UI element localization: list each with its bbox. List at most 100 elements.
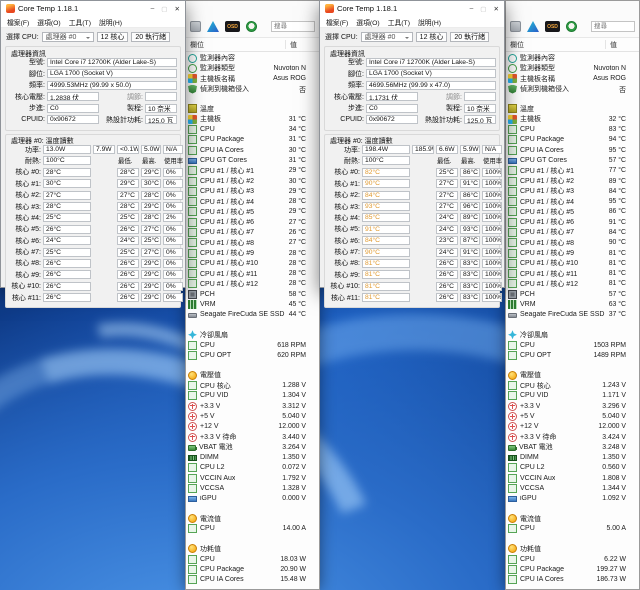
menu-item[interactable]: 說明(H) bbox=[99, 17, 122, 27]
sensor-row[interactable]: CPU #1 / 核心 #1228 °C bbox=[186, 279, 319, 289]
sensor-row[interactable]: CPU #1 / 核心 #691 °C bbox=[506, 217, 639, 227]
sensor-row[interactable]: CPU OPT620 RPM bbox=[186, 350, 319, 360]
sensor-row[interactable]: +3.3 V3.296 V bbox=[506, 401, 639, 411]
sensor-row[interactable]: CPU 核心1.243 V bbox=[506, 380, 639, 390]
sensor-row[interactable]: Seagate FireCuda SE SSD ZP...44 °C bbox=[186, 310, 319, 320]
sensor-section-header[interactable]: 溫度 bbox=[506, 104, 639, 114]
sensor-row[interactable]: CPU GT Cores57 °C bbox=[506, 155, 639, 165]
sensor-row[interactable]: CPU #1 / 核心 #586 °C bbox=[506, 207, 639, 217]
close-button[interactable]: ✕ bbox=[174, 5, 180, 13]
sensor-row[interactable]: VCCIN Aux1.792 V bbox=[186, 473, 319, 483]
sensor-row[interactable]: VRM45 °C bbox=[186, 299, 319, 309]
sensor-row[interactable]: +12 V12.000 V bbox=[186, 422, 319, 432]
menu-item[interactable]: 工具(T) bbox=[69, 17, 91, 27]
sensor-row[interactable]: CPU5.00 A bbox=[506, 524, 639, 534]
search-input[interactable] bbox=[591, 21, 635, 32]
sensor-row[interactable]: CPU14.00 A bbox=[186, 524, 319, 534]
osd-icon[interactable]: OSD bbox=[545, 21, 560, 32]
sensor-section-header[interactable]: 功耗值 bbox=[506, 544, 639, 554]
sensor-row[interactable]: VCCIN Aux1.808 V bbox=[506, 473, 639, 483]
sensor-row[interactable]: CPU VID1.304 V bbox=[186, 391, 319, 401]
sensor-row[interactable]: CPU #1 / 核心 #384 °C bbox=[506, 186, 639, 196]
sensor-row[interactable]: CPU #1 / 核心 #428 °C bbox=[186, 196, 319, 206]
value-column-header[interactable]: 值 bbox=[290, 40, 297, 50]
sensor-row[interactable]: CPU Package199.27 W bbox=[506, 564, 639, 574]
sensor-row[interactable]: CPU IA Cores15.48 W bbox=[186, 575, 319, 585]
sensor-row[interactable]: VCCSA1.344 V bbox=[506, 483, 639, 493]
sensor-row[interactable]: CPU Package31 °C bbox=[186, 135, 319, 145]
field-column-header[interactable]: 欄位 bbox=[190, 40, 204, 50]
minimize-button[interactable]: – bbox=[470, 5, 474, 12]
sensor-row[interactable]: CPU #1 / 核心 #129 °C bbox=[186, 166, 319, 176]
sensor-row[interactable]: CPU #1 / 核心 #289 °C bbox=[506, 176, 639, 186]
sensor-row[interactable]: VRM63 °C bbox=[506, 299, 639, 309]
sensor-row[interactable]: CPU #1 / 核心 #784 °C bbox=[506, 227, 639, 237]
sensor-row[interactable]: CPU #1 / 核心 #1181 °C bbox=[506, 269, 639, 279]
sensor-row[interactable]: CPU #1 / 核心 #495 °C bbox=[506, 196, 639, 206]
graph-icon[interactable] bbox=[527, 21, 539, 32]
sensor-row[interactable]: DIMM1.350 V bbox=[186, 452, 319, 462]
sensor-row[interactable]: 主機板名稱Asus ROG bbox=[506, 74, 639, 84]
sensor-row[interactable]: CPU #1 / 核心 #1281 °C bbox=[506, 279, 639, 289]
sensor-row[interactable]: CPU #1 / 核心 #627 °C bbox=[186, 217, 319, 227]
sensor-section-header[interactable]: 冷卻風扇 bbox=[186, 330, 319, 340]
title-bar[interactable]: Core Temp 1.18.1 – ▢ ✕ bbox=[320, 1, 504, 16]
sensor-row[interactable]: +12 V12.000 V bbox=[506, 422, 639, 432]
osd-icon[interactable]: OSD bbox=[225, 21, 240, 32]
menu-item[interactable]: 選項(O) bbox=[37, 17, 60, 27]
menu-item[interactable]: 工具(T) bbox=[388, 17, 410, 27]
sensor-row[interactable]: 偵測到機箱侵入否 bbox=[186, 84, 319, 94]
menu-item[interactable]: 檔案(F) bbox=[7, 17, 29, 27]
sensor-row[interactable]: PCH58 °C bbox=[186, 289, 319, 299]
sensor-row[interactable]: CPU83 °C bbox=[506, 124, 639, 134]
sensor-section-header[interactable]: 功耗值 bbox=[186, 544, 319, 554]
sensor-row[interactable]: CPU IA Cores95 °C bbox=[506, 145, 639, 155]
sensor-section-header[interactable]: 電壓值 bbox=[186, 370, 319, 380]
sensor-row[interactable]: +5 V5.040 V bbox=[506, 411, 639, 421]
sensor-row[interactable]: CPU6.22 W bbox=[506, 554, 639, 564]
sensor-row[interactable]: CPU IA Cores186.73 W bbox=[506, 575, 639, 585]
sensor-row[interactable]: VBAT 電池3.264 V bbox=[186, 442, 319, 452]
sensor-row[interactable]: 偵測到機箱侵入否 bbox=[506, 84, 639, 94]
sensor-row[interactable]: CPU34 °C bbox=[186, 124, 319, 134]
sensor-row[interactable]: CPU #1 / 核心 #177 °C bbox=[506, 166, 639, 176]
sensor-row[interactable]: CPU IA Cores30 °C bbox=[186, 145, 319, 155]
sensor-row[interactable]: 主機板31 °C bbox=[186, 114, 319, 124]
cpu-select[interactable]: 處理器 #0 bbox=[361, 32, 413, 42]
sensor-row[interactable]: 主機板32 °C bbox=[506, 114, 639, 124]
gauge-icon[interactable] bbox=[246, 21, 257, 32]
sensor-row[interactable]: CPU18.03 W bbox=[186, 554, 319, 564]
sensor-section-header[interactable]: 電流值 bbox=[506, 514, 639, 524]
sensor-row[interactable]: CPU #1 / 核心 #981 °C bbox=[506, 248, 639, 258]
close-button[interactable]: ✕ bbox=[493, 5, 499, 13]
sensor-row[interactable]: CPU L20.560 V bbox=[506, 463, 639, 473]
sensor-row[interactable]: iGPU1.092 V bbox=[506, 494, 639, 504]
sensor-section-header[interactable]: 監測器內容 bbox=[506, 53, 639, 63]
sensor-row[interactable]: 監測器類型Nuvoton N bbox=[506, 63, 639, 73]
sensor-row[interactable]: CPU L20.072 V bbox=[186, 463, 319, 473]
sensor-section-header[interactable]: 電壓值 bbox=[506, 370, 639, 380]
sensor-row[interactable]: VCCSA1.328 V bbox=[186, 483, 319, 493]
sensor-row[interactable]: CPU OPT1489 RPM bbox=[506, 350, 639, 360]
menu-item[interactable]: 檔案(F) bbox=[326, 17, 348, 27]
search-input[interactable] bbox=[271, 21, 315, 32]
pc-case-icon[interactable] bbox=[510, 21, 521, 32]
cpu-select[interactable]: 處理器 #0 bbox=[42, 32, 94, 42]
field-column-header[interactable]: 欄位 bbox=[510, 40, 524, 50]
sensor-row[interactable]: CPU #1 / 核心 #1028 °C bbox=[186, 258, 319, 268]
sensor-row[interactable]: CPU #1 / 核心 #529 °C bbox=[186, 207, 319, 217]
sensor-row[interactable]: CPU Package20.90 W bbox=[186, 564, 319, 574]
sensor-row[interactable]: +5 V5.040 V bbox=[186, 411, 319, 421]
sensor-row[interactable]: CPU #1 / 核心 #230 °C bbox=[186, 176, 319, 186]
menu-item[interactable]: 說明(H) bbox=[418, 17, 441, 27]
sensor-row[interactable]: CPU 核心1.288 V bbox=[186, 380, 319, 390]
pc-case-icon[interactable] bbox=[190, 21, 201, 32]
sensor-row[interactable]: CPU #1 / 核心 #928 °C bbox=[186, 248, 319, 258]
title-bar[interactable]: Core Temp 1.18.1 – ▢ ✕ bbox=[1, 1, 185, 16]
sensor-row[interactable]: CPU #1 / 核心 #1128 °C bbox=[186, 269, 319, 279]
sensor-row[interactable]: CPU #1 / 核心 #1081 °C bbox=[506, 258, 639, 268]
menu-item[interactable]: 選項(O) bbox=[356, 17, 379, 27]
sensor-row[interactable]: CPU #1 / 核心 #827 °C bbox=[186, 238, 319, 248]
sensor-row[interactable]: CPU GT Cores31 °C bbox=[186, 155, 319, 165]
sensor-row[interactable]: 主機板名稱Asus ROG bbox=[186, 74, 319, 84]
